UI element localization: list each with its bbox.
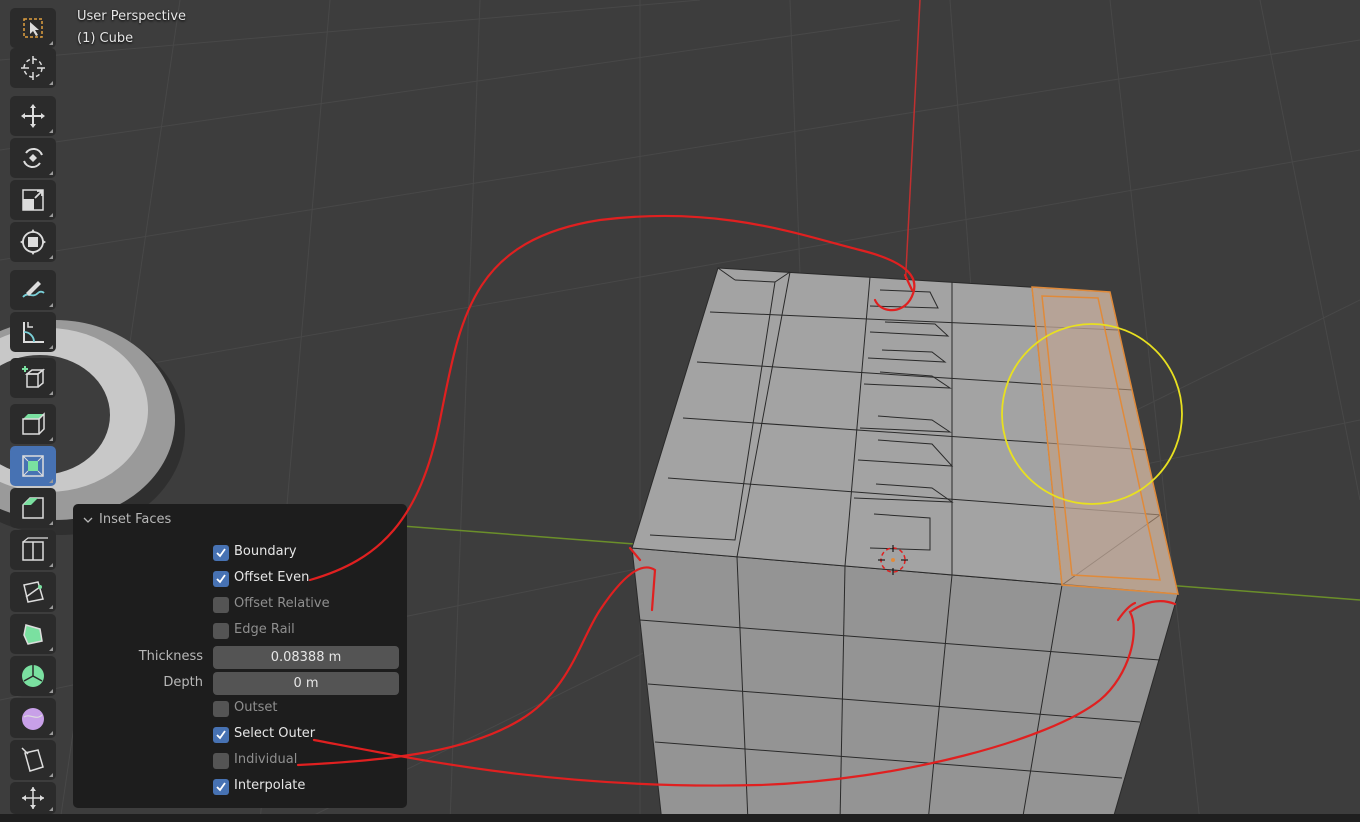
submenu-indicator — [49, 345, 53, 349]
cursor-icon — [21, 56, 45, 80]
scale-icon — [22, 189, 44, 211]
edge-rail-label: Edge Rail — [234, 622, 295, 637]
select-outer-label: Select Outer — [234, 726, 316, 741]
tool-extrude-region-button[interactable] — [10, 404, 56, 444]
rotate-icon — [23, 148, 43, 168]
thickness-label: Thickness — [138, 649, 203, 664]
extrude-region-icon — [22, 412, 45, 435]
boundary-checkbox[interactable] — [213, 545, 229, 561]
outset-option[interactable]: Outset — [73, 698, 407, 724]
submenu-indicator — [49, 255, 53, 259]
panel-title: Inset Faces — [99, 512, 172, 527]
transform-icon — [20, 229, 46, 255]
tool-move-button[interactable] — [10, 96, 56, 136]
select-box-icon — [23, 18, 43, 38]
thickness-row: Thickness 0.08388 m — [73, 646, 407, 672]
offset-even-option[interactable]: Offset Even — [73, 568, 407, 594]
submenu-indicator — [49, 213, 53, 217]
submenu-indicator — [49, 171, 53, 175]
tool-bevel-button[interactable] — [10, 488, 56, 528]
submenu-indicator — [49, 521, 53, 525]
view-name-label: User Perspective — [77, 9, 187, 24]
edge-slide-icon — [21, 747, 44, 772]
active-object-label: (1) Cube — [77, 31, 134, 46]
z-axis-line — [904, 0, 921, 291]
add-cube-icon — [22, 366, 46, 388]
boundary-option[interactable]: Boundary — [73, 542, 407, 568]
select-outer-option[interactable]: Select Outer — [73, 724, 407, 750]
boundary-label: Boundary — [234, 544, 297, 559]
tool-select-box-button[interactable] — [10, 8, 56, 48]
outset-label: Outset — [234, 700, 278, 715]
submenu-indicator — [49, 563, 53, 567]
submenu-indicator — [49, 479, 53, 483]
individual-option[interactable]: Individual — [73, 750, 407, 776]
submenu-indicator — [49, 773, 53, 777]
offset-relative-label: Offset Relative — [234, 596, 330, 611]
depth-field[interactable]: 0 m — [213, 672, 399, 695]
tool-add-cube-button[interactable] — [10, 358, 56, 398]
operator-panel-inset-faces[interactable]: Inset Faces Boundary Offset Even Offset … — [73, 504, 407, 808]
chevron-down-icon — [83, 517, 93, 523]
submenu-indicator — [49, 807, 53, 811]
move-icon — [21, 104, 45, 128]
interpolate-option[interactable]: Interpolate — [73, 776, 407, 802]
spin-icon — [22, 665, 44, 687]
interpolate-checkbox[interactable] — [213, 779, 229, 795]
edge-rail-option[interactable]: Edge Rail — [73, 620, 407, 646]
tool-measure-button[interactable] — [10, 312, 56, 352]
select-outer-checkbox[interactable] — [213, 727, 229, 743]
edge-rail-checkbox[interactable] — [213, 623, 229, 639]
individual-label: Individual — [234, 752, 298, 767]
offset-even-label: Offset Even — [234, 570, 310, 585]
submenu-indicator — [49, 303, 53, 307]
knife-icon — [23, 581, 44, 603]
tool-rotate-button[interactable] — [10, 138, 56, 178]
tool-poly-build-button[interactable] — [10, 614, 56, 654]
tool-transform-button[interactable] — [10, 222, 56, 262]
smooth-icon — [22, 708, 44, 730]
poly-build-icon — [23, 624, 43, 645]
tool-inset-faces-button[interactable] — [10, 446, 56, 486]
submenu-indicator — [49, 81, 53, 85]
offset-relative-option[interactable]: Offset Relative — [73, 594, 407, 620]
annotate-icon — [22, 281, 45, 298]
tool-spin-button[interactable] — [10, 656, 56, 696]
submenu-indicator — [49, 391, 53, 395]
submenu-indicator — [49, 731, 53, 735]
submenu-indicator — [49, 605, 53, 609]
individual-checkbox[interactable] — [213, 753, 229, 769]
tool-annotate-button[interactable] — [10, 270, 56, 310]
panel-header[interactable]: Inset Faces — [83, 512, 171, 527]
submenu-indicator — [49, 647, 53, 651]
tool-cursor-button[interactable] — [10, 48, 56, 88]
tool-scale-button[interactable] — [10, 180, 56, 220]
inset-faces-icon — [22, 455, 44, 477]
submenu-indicator — [49, 689, 53, 693]
submenu-indicator — [49, 41, 53, 45]
depth-row: Depth 0 m — [73, 672, 407, 698]
tool-smooth-button[interactable] — [10, 698, 56, 738]
status-bar — [0, 814, 1360, 822]
tool-edge-slide-button[interactable] — [10, 740, 56, 780]
thickness-field[interactable]: 0.08388 m — [213, 646, 399, 669]
bevel-icon — [22, 497, 44, 519]
submenu-indicator — [49, 129, 53, 133]
offset-relative-checkbox[interactable] — [213, 597, 229, 613]
depth-label: Depth — [163, 675, 203, 690]
tool-loop-cut-button[interactable] — [10, 530, 56, 570]
measure-icon — [23, 322, 44, 343]
cube-mesh — [631, 267, 1179, 822]
offset-even-checkbox[interactable] — [213, 571, 229, 587]
tool-shrink-fatten-button[interactable] — [10, 782, 56, 814]
loop-cut-icon — [22, 537, 48, 561]
tool-shelf — [0, 0, 62, 822]
submenu-indicator — [49, 437, 53, 441]
tool-knife-button[interactable] — [10, 572, 56, 612]
outset-checkbox[interactable] — [213, 701, 229, 717]
interpolate-label: Interpolate — [234, 778, 306, 793]
shrink-fatten-icon — [22, 787, 44, 809]
